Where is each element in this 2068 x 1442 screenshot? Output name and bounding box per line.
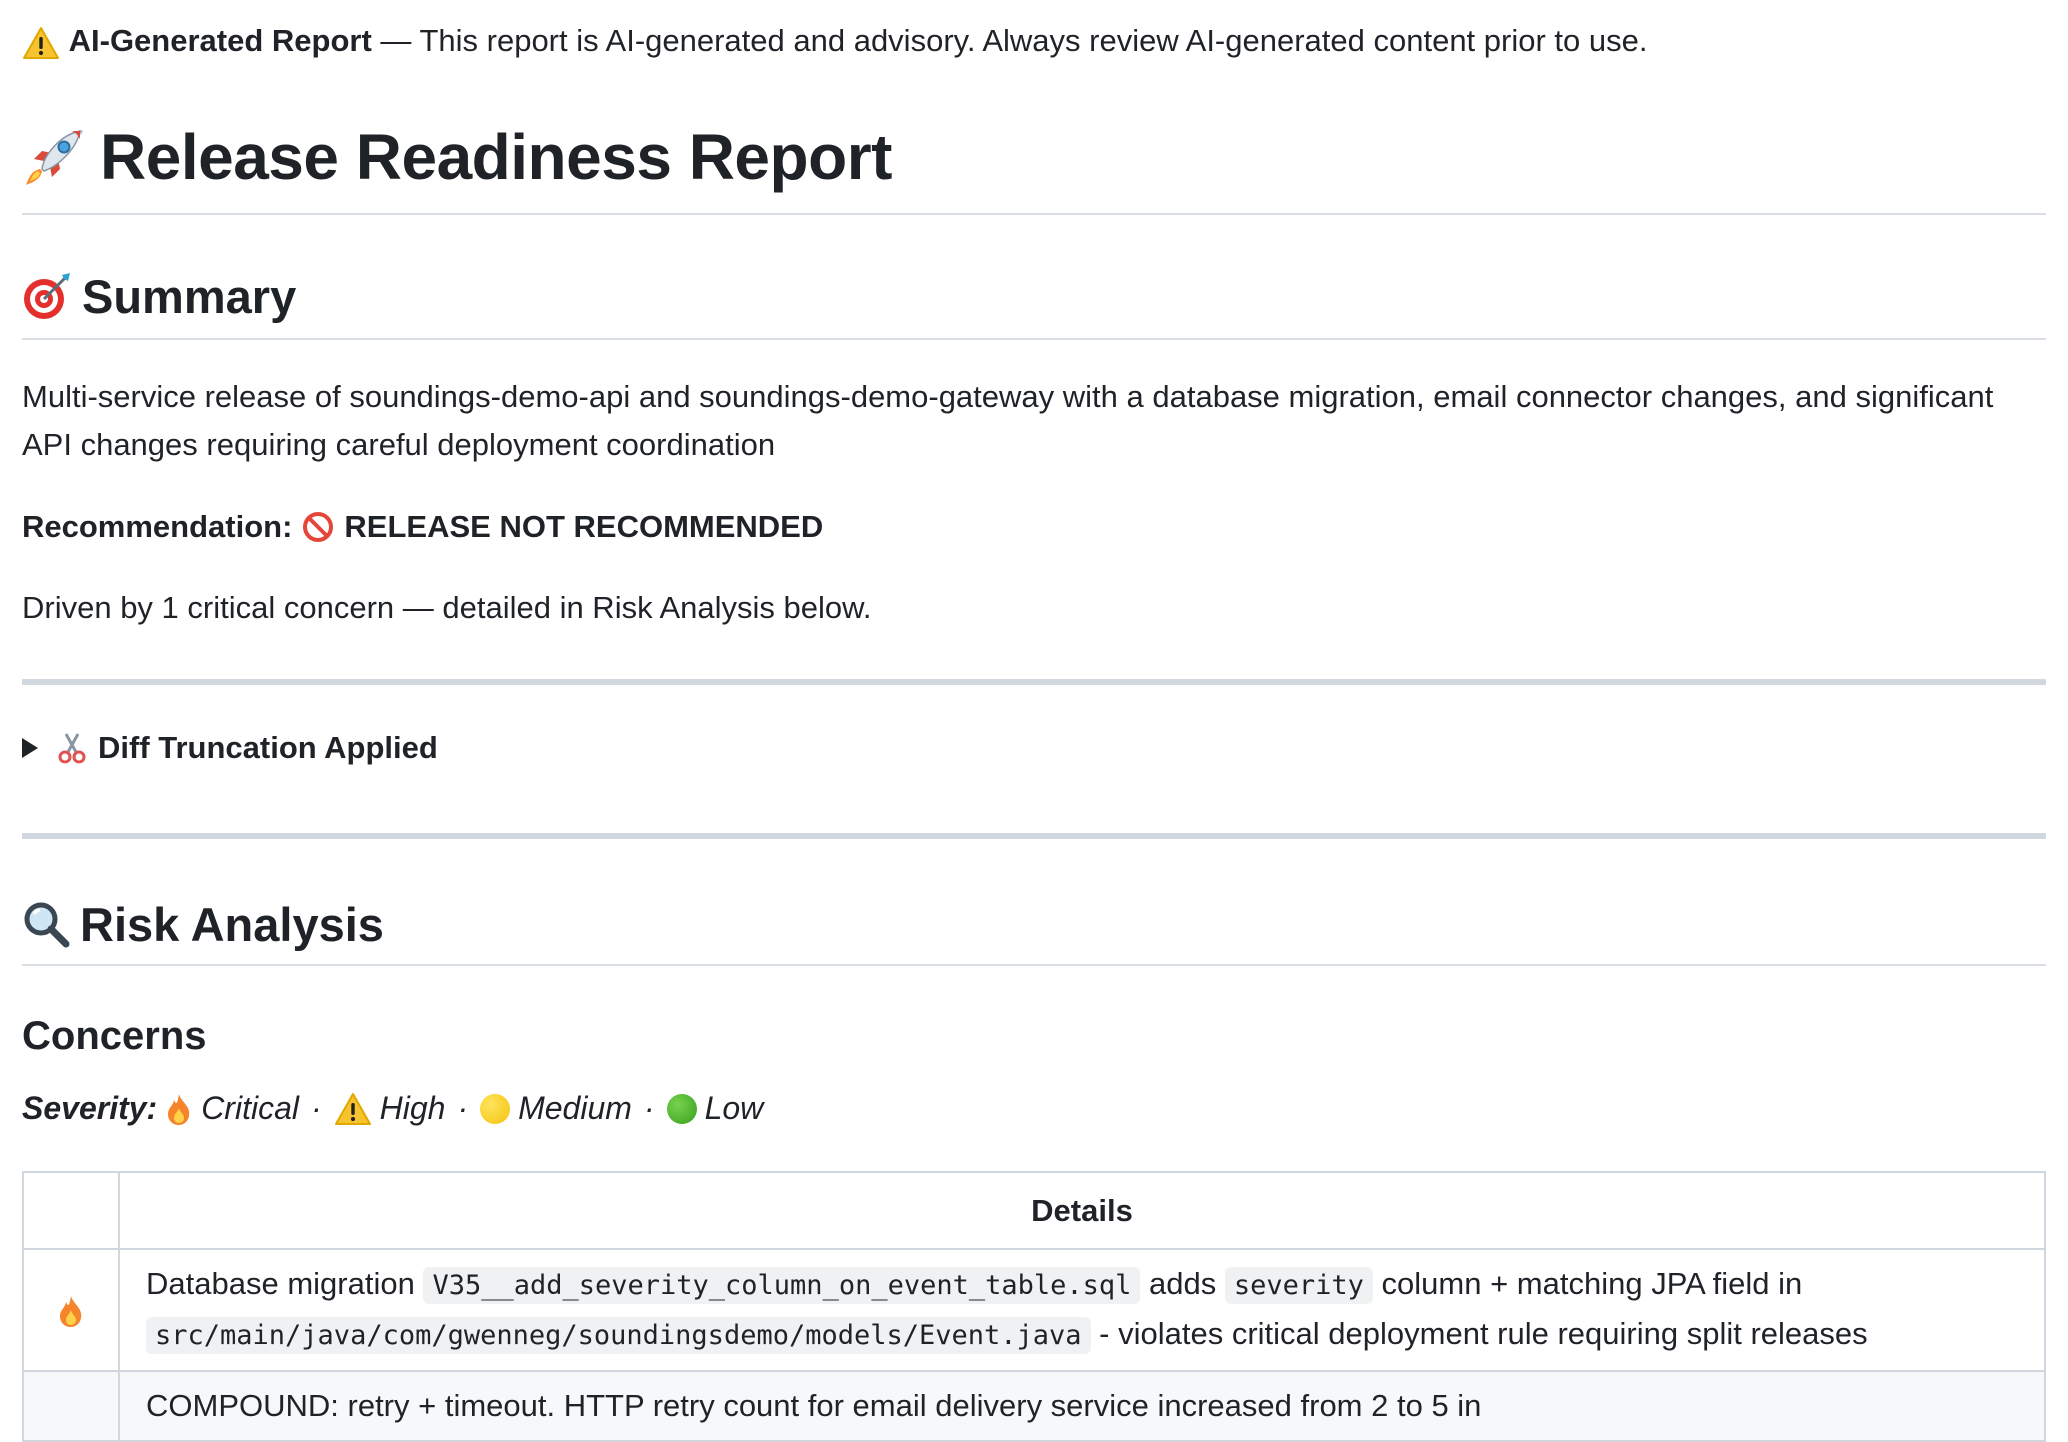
table-row: COMPOUND: retry + timeout. HTTP retry co… (22, 1370, 2046, 1442)
concerns-heading: Concerns (22, 1014, 207, 1058)
column-name-code: severity (1224, 1267, 1373, 1304)
page-title: Release Readiness Report (22, 112, 892, 202)
migration-file-code: V35__add_severity_column_on_event_table.… (423, 1267, 1141, 1304)
magnifying-glass-icon (22, 900, 70, 948)
section-divider-2 (22, 833, 2046, 839)
summary-description: Multi-service release of soundings-demo-… (22, 379, 1994, 462)
severity-column-header (22, 1171, 120, 1250)
detail-text: Database migration (146, 1266, 424, 1301)
section-divider-1 (22, 679, 2046, 685)
risk-analysis-heading: Risk Analysis (22, 893, 384, 955)
title-divider (22, 213, 2046, 215)
risk-analysis-heading-text: Risk Analysis (80, 897, 384, 951)
diff-truncation-toggle[interactable]: Diff Truncation Applied (22, 730, 438, 766)
summary-heading-text: Summary (82, 269, 297, 323)
table-row: Database migration V35__add_severity_col… (22, 1248, 2046, 1372)
detail-text: COMPOUND: retry + timeout. HTTP retry co… (146, 1388, 1482, 1423)
table-header-row: Details (22, 1171, 2046, 1250)
risk-divider (22, 964, 2046, 966)
detail-text: column + matching JPA field in (1372, 1266, 1803, 1301)
details-cell: Database migration V35__add_severity_col… (118, 1248, 2046, 1372)
recommendation-driver: Driven by 1 critical concern — detailed … (22, 590, 872, 625)
page-title-text: Release Readiness Report (100, 121, 892, 193)
diff-truncation-label: Diff Truncation Applied (98, 730, 438, 765)
recommendation-value: RELEASE NOT RECOMMENDED (344, 509, 824, 544)
report-page: AI-Generated Report — This report is AI-… (0, 0, 2068, 1442)
yellow-circle-icon (480, 1093, 511, 1124)
warning-icon (22, 26, 60, 60)
concerns-table: Details Database migration V35__add_seve… (22, 1171, 2046, 1442)
severity-legend-label: Severity: (22, 1090, 158, 1126)
fire-icon (57, 1294, 85, 1328)
recommendation-line: Recommendation: RELEASE NOT RECOMMENDED (22, 503, 2008, 551)
scissors-icon (56, 732, 88, 764)
recommendation-label: Recommendation: (22, 509, 293, 544)
target-icon (22, 271, 72, 321)
severity-cell (22, 1370, 120, 1442)
no-entry-icon (302, 511, 334, 543)
summary-divider (22, 338, 2046, 340)
detail-text: - violates critical deployment rule requ… (1090, 1316, 1868, 1351)
details-column-header: Details (118, 1171, 2046, 1250)
banner-label: AI-Generated Report (68, 23, 372, 58)
fire-icon (165, 1092, 193, 1126)
detail-text: adds (1140, 1266, 1225, 1301)
legend-medium: Medium (518, 1090, 632, 1126)
summary-heading: Summary (22, 266, 296, 326)
rocket-icon (22, 125, 86, 189)
warning-icon (334, 1092, 372, 1126)
details-cell: COMPOUND: retry + timeout. HTTP retry co… (118, 1370, 2046, 1442)
legend-critical: Critical (201, 1090, 299, 1126)
legend-low: Low (704, 1090, 764, 1126)
ai-disclaimer-banner: AI-Generated Report — This report is AI-… (22, 18, 1647, 64)
disclosure-triangle-icon[interactable] (22, 738, 38, 758)
banner-text: — This report is AI-generated and adviso… (371, 23, 1648, 58)
legend-high: High (379, 1090, 446, 1126)
severity-legend: Severity: Critical · High · Medium · Low (22, 1090, 764, 1126)
green-circle-icon (666, 1093, 697, 1124)
java-file-path-code: src/main/java/com/gwenneg/soundingsdemo/… (146, 1317, 1091, 1354)
severity-cell (22, 1248, 120, 1372)
